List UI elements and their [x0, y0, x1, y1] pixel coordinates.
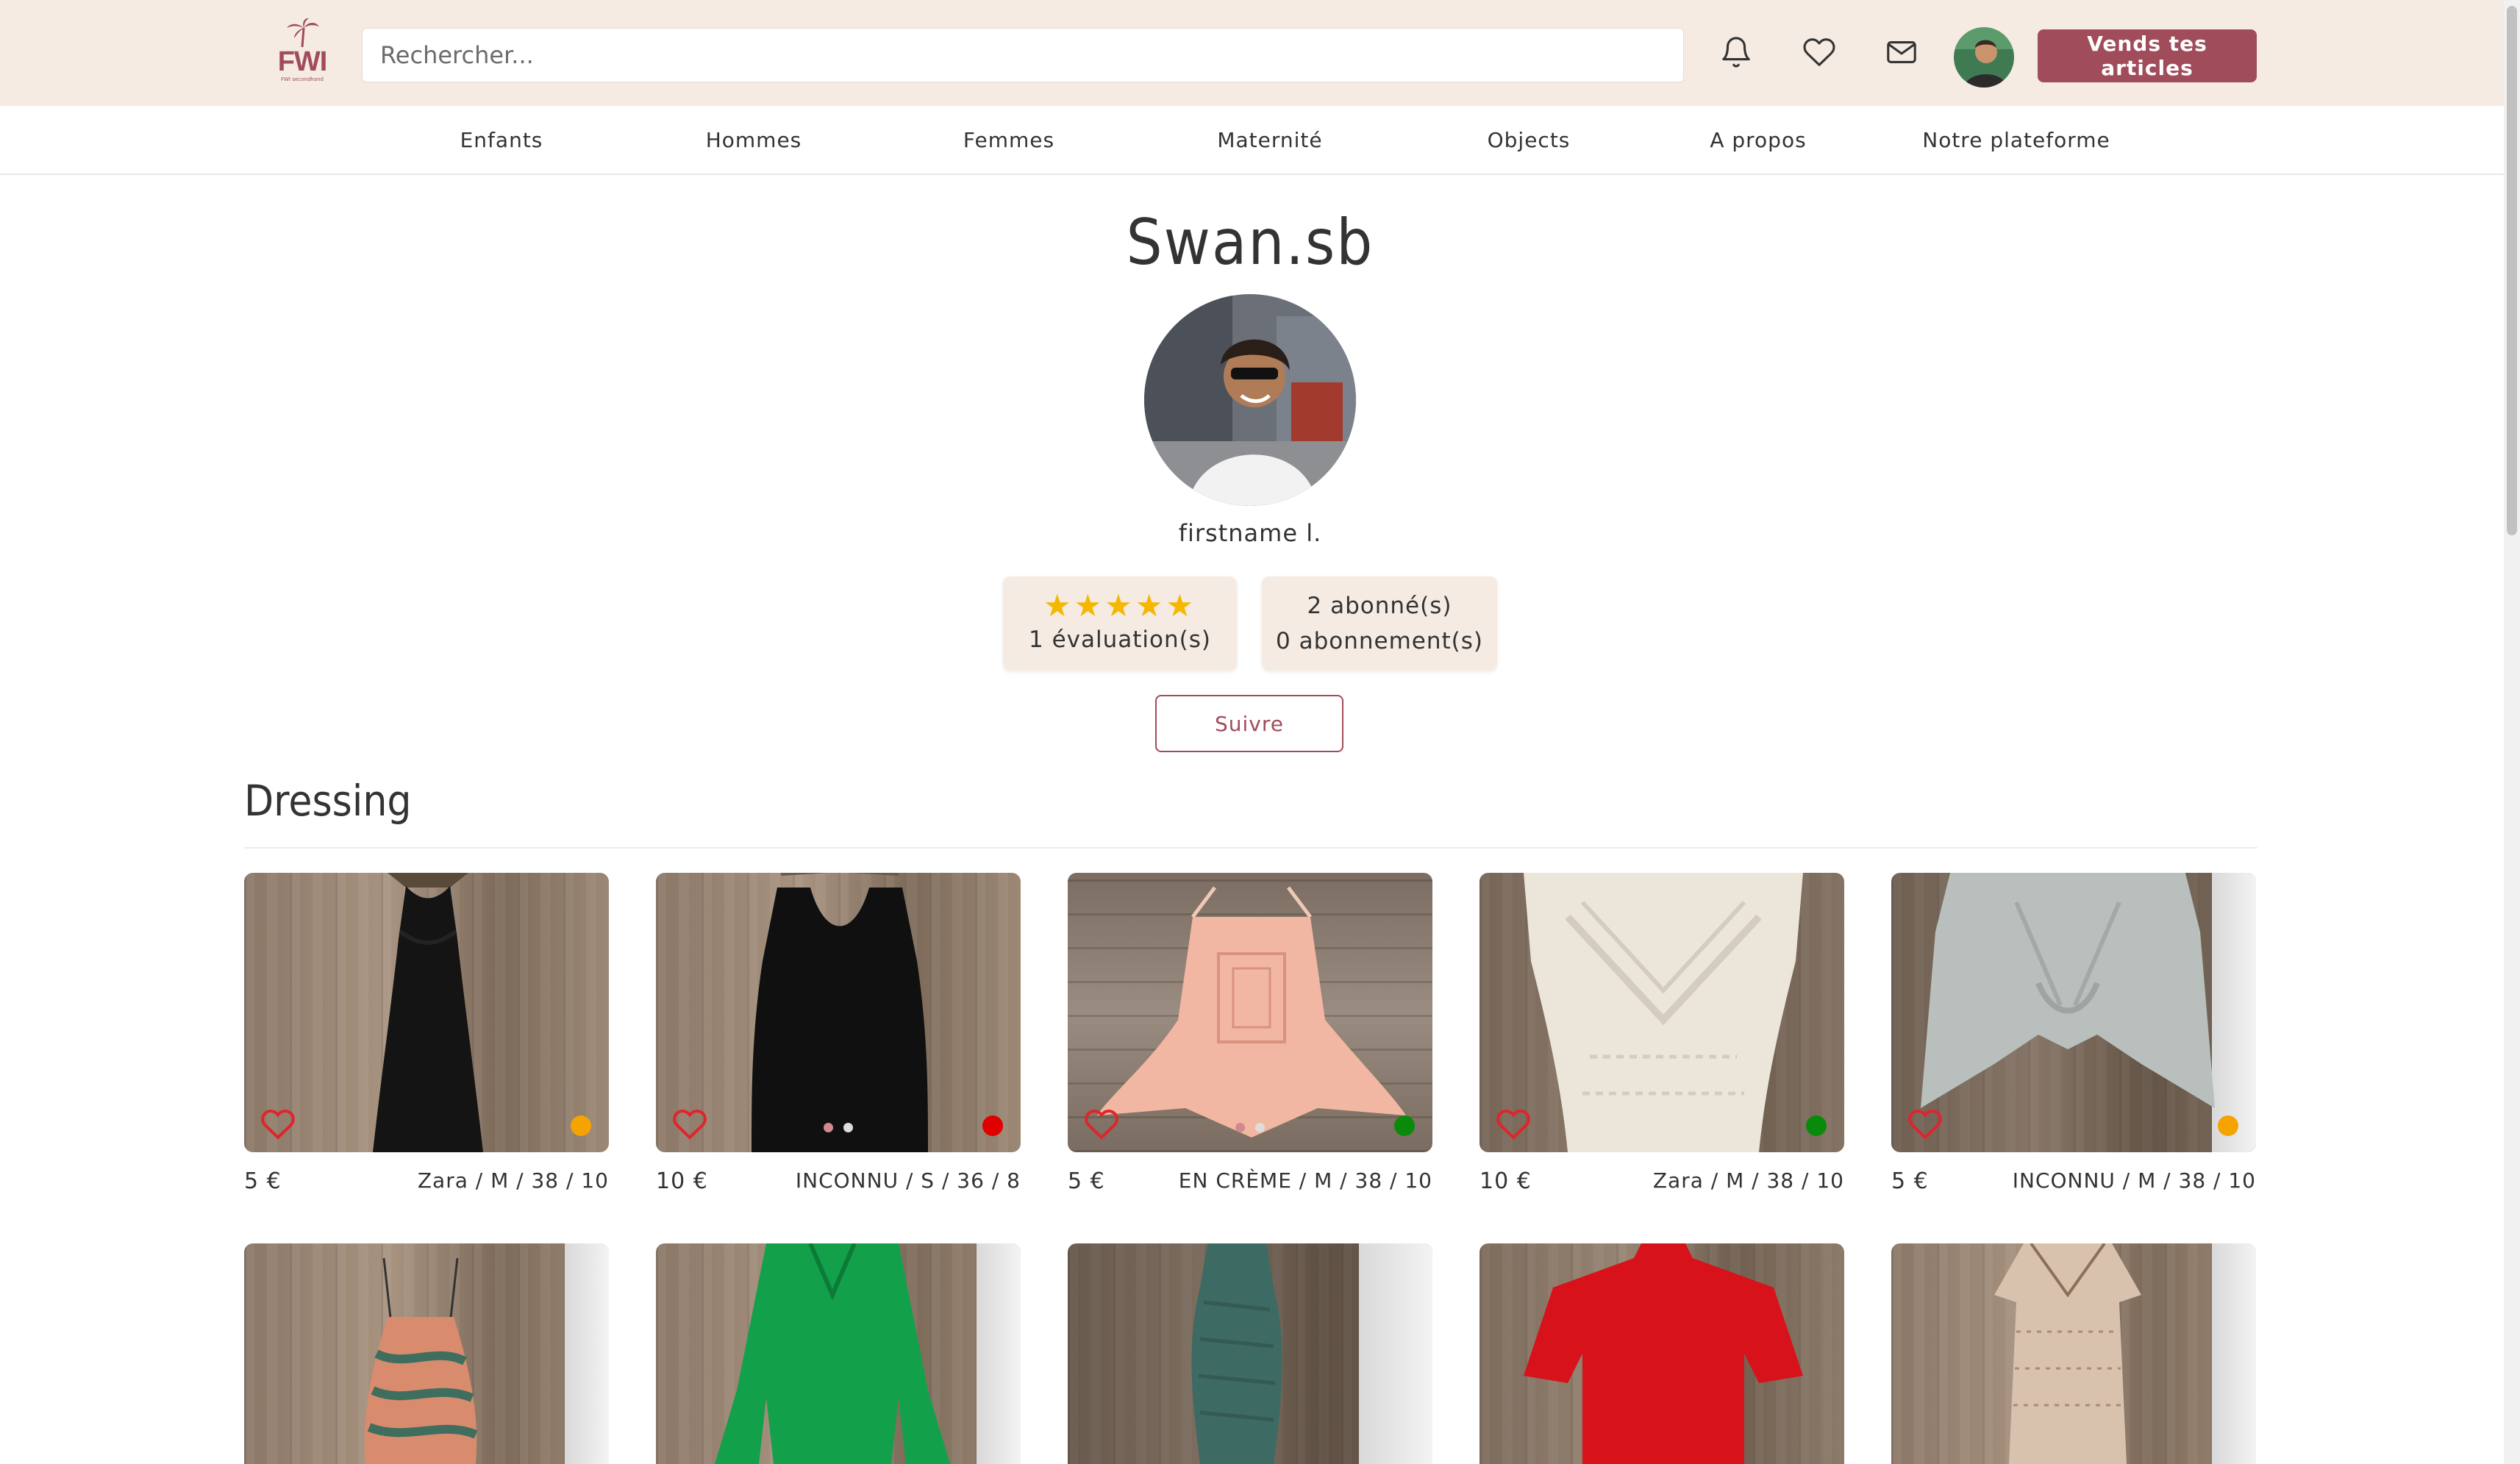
- profile-image: [1144, 294, 1356, 506]
- profile-photo: [1144, 294, 1356, 506]
- condition-status-dot: [982, 1115, 1003, 1136]
- item-details: Zara / M / 38 / 10: [1652, 1168, 1844, 1193]
- item-details: INCONNU / S / 36 / 8: [795, 1168, 1021, 1193]
- product-card[interactable]: 5 € EN CRÈME / M / 38 / 10: [1068, 873, 1432, 1194]
- search-input[interactable]: [362, 28, 1684, 82]
- patterned-maxi-dress-image: [1994, 1243, 2141, 1464]
- product-image[interactable]: [244, 873, 609, 1152]
- sell-items-button[interactable]: Vends tes articles: [2038, 29, 2257, 82]
- floral-dress-image: [364, 1257, 478, 1464]
- product-image[interactable]: [656, 1243, 1021, 1464]
- favorite-heart-icon[interactable]: [1084, 1107, 1119, 1142]
- product-card[interactable]: 10 € Zara / M / 38 / 10: [1479, 873, 1844, 1194]
- bell-icon: [1722, 37, 1750, 68]
- item-price: 5 €: [1891, 1168, 1929, 1194]
- product-card[interactable]: [656, 1243, 1021, 1464]
- logo-subtitle: FWI secondhand: [281, 76, 324, 82]
- rating-box[interactable]: ★★★★★ 1 évaluation(s): [1003, 576, 1237, 671]
- profile-username: Swan.sb: [1126, 206, 1374, 279]
- item-price: 5 €: [1068, 1168, 1105, 1194]
- condition-status-dot: [1806, 1115, 1827, 1136]
- item-price: 5 €: [244, 1168, 282, 1194]
- rating-stars: ★★★★★: [1043, 588, 1197, 624]
- favorite-heart-icon[interactable]: [1496, 1107, 1531, 1142]
- item-details: INCONNU / M / 38 / 10: [2012, 1168, 2256, 1193]
- grey-wrap-top-image: [1921, 873, 2215, 1108]
- product-image[interactable]: [244, 1243, 609, 1464]
- category-nav: Enfants Hommes Femmes Maternité Objects …: [0, 106, 2504, 175]
- product-image[interactable]: [656, 873, 1021, 1152]
- product-image[interactable]: [1068, 873, 1432, 1152]
- section-divider: [244, 847, 2257, 849]
- product-card[interactable]: [244, 1243, 609, 1464]
- favorite-heart-icon[interactable]: [672, 1107, 707, 1142]
- follow-button[interactable]: Suivre: [1155, 695, 1343, 752]
- messages-button[interactable]: [1883, 34, 1920, 71]
- nav-item-notre-plateforme[interactable]: Notre plateforme: [1922, 106, 2110, 175]
- profile-realname: firstname l.: [1178, 519, 1322, 547]
- black-dress-image: [373, 873, 483, 1152]
- evaluations-count: 1 évaluation(s): [1029, 626, 1211, 653]
- nav-item-hommes[interactable]: Hommes: [706, 106, 802, 175]
- top-header: FWI FWI secondhand Vends tes articles: [0, 0, 2504, 106]
- product-image[interactable]: [1479, 1243, 1844, 1464]
- condition-status-dot: [1394, 1115, 1415, 1136]
- teal-dress-image: [1191, 1243, 1282, 1464]
- product-image[interactable]: [1479, 873, 1844, 1152]
- product-image[interactable]: [1891, 873, 2256, 1152]
- item-price: 10 €: [1479, 1168, 1532, 1194]
- pink-top-image: [1097, 886, 1406, 1138]
- nav-item-femmes[interactable]: Femmes: [963, 106, 1054, 175]
- favorites-button[interactable]: [1801, 34, 1838, 71]
- nav-item-maternite[interactable]: Maternité: [1217, 106, 1322, 175]
- palm-tree-icon: [287, 18, 319, 47]
- nav-item-enfants[interactable]: Enfants: [460, 106, 543, 175]
- product-image[interactable]: [1068, 1243, 1432, 1464]
- condition-status-dot: [571, 1115, 591, 1136]
- product-card[interactable]: [1068, 1243, 1432, 1464]
- nav-item-a-propos[interactable]: A propos: [1710, 106, 1806, 175]
- following-count: 0 abonnement(s): [1276, 628, 1483, 654]
- logo-text: FWI: [277, 46, 328, 77]
- avatar-image: [1954, 27, 2014, 88]
- product-card[interactable]: 5 € INCONNU / M / 38 / 10: [1891, 873, 2256, 1194]
- mail-icon: [1887, 41, 1916, 63]
- notifications-button[interactable]: [1718, 34, 1755, 71]
- product-card[interactable]: 10 € INCONNU / S / 36 / 8: [656, 873, 1021, 1194]
- scrollbar-thumb[interactable]: [2507, 6, 2517, 535]
- product-image[interactable]: [1891, 1243, 2256, 1464]
- item-price: 10 €: [656, 1168, 708, 1194]
- followers-count: 2 abonné(s): [1307, 593, 1452, 619]
- carousel-dots[interactable]: [824, 1123, 853, 1132]
- item-details: EN CRÈME / M / 38 / 10: [1178, 1168, 1432, 1193]
- dressing-title: Dressing: [244, 776, 412, 826]
- favorite-heart-icon[interactable]: [260, 1107, 296, 1142]
- green-dress-image: [715, 1243, 950, 1464]
- red-top-image: [1524, 1243, 1803, 1464]
- product-card[interactable]: 5 € Zara / M / 38 / 10: [244, 873, 609, 1194]
- favorite-heart-icon[interactable]: [1907, 1107, 1943, 1142]
- page-scrollbar[interactable]: [2504, 0, 2520, 1464]
- product-card[interactable]: [1479, 1243, 1844, 1464]
- black-top-image: [752, 873, 928, 1152]
- heart-icon: [1803, 38, 1835, 66]
- site-logo[interactable]: FWI FWI secondhand: [277, 18, 328, 90]
- product-card[interactable]: [1891, 1243, 2256, 1464]
- user-avatar[interactable]: [1954, 27, 2014, 88]
- nav-item-objects[interactable]: Objects: [1488, 106, 1571, 175]
- followers-box[interactable]: 2 abonné(s) 0 abonnement(s): [1262, 576, 1497, 671]
- condition-status-dot: [2218, 1115, 2238, 1136]
- white-knit-top-image: [1524, 873, 1803, 1152]
- carousel-dots[interactable]: [1235, 1123, 1265, 1132]
- item-details: Zara / M / 38 / 10: [417, 1168, 609, 1193]
